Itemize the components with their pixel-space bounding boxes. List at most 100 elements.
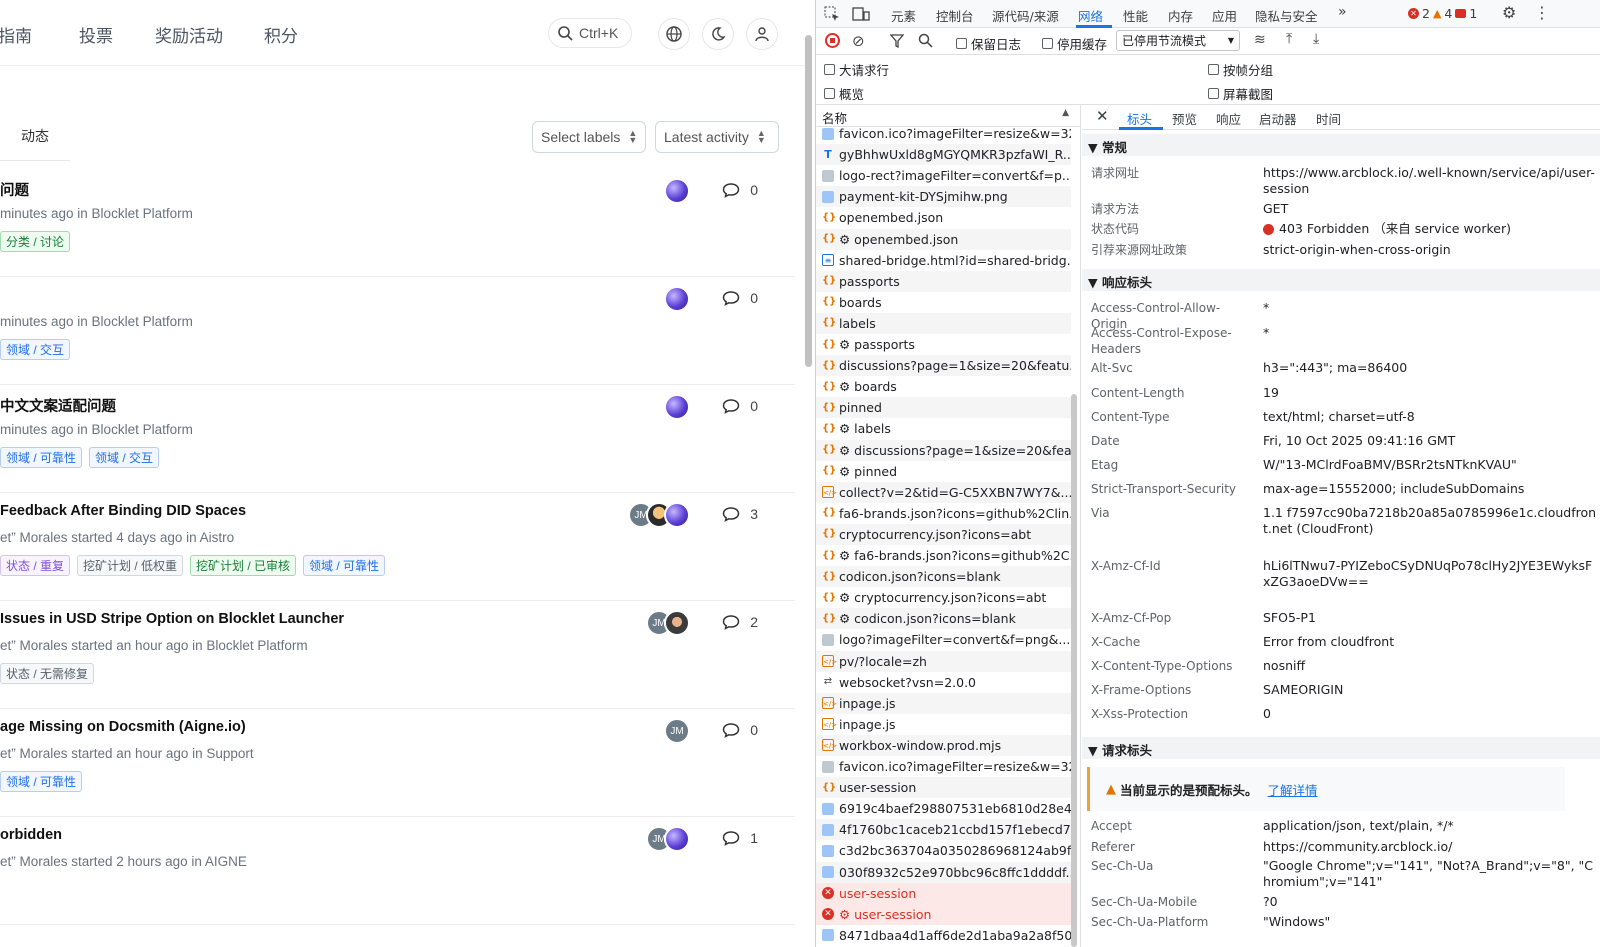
request-row[interactable]: TgyBhhwUxld8gMGYQMKR3pzfaWI_R... (816, 144, 1071, 166)
wifi-icon[interactable]: ≋ (1254, 32, 1266, 48)
search-button[interactable]: Ctrl+K (548, 18, 632, 48)
devtools-tab-console[interactable]: 控制台 (936, 6, 974, 25)
avatar[interactable]: JM (664, 718, 690, 744)
filter-icon[interactable] (890, 34, 904, 48)
request-row[interactable]: {} ⚙ openembed.json (816, 228, 1071, 250)
label-tag[interactable]: 领域 / 交互 (0, 339, 71, 360)
detail-tab-response[interactable]: 响应 (1216, 109, 1241, 128)
topic-row[interactable]: 中文文案适配问题 minutes ago in Blocklet Platform… (0, 385, 795, 493)
label-tag[interactable]: 领域 / 交互 (89, 447, 160, 468)
request-row[interactable]: </> inpage.js (816, 714, 1071, 735)
request-row[interactable]: {} boards (816, 292, 1071, 313)
topic-title[interactable]: age Missing on Docsmith (Aigne.io) (0, 719, 246, 735)
download-icon[interactable]: ⤓ (1313, 31, 1319, 47)
request-row[interactable]: 030f8932c52e970bbc96c8ffc1ddddf... (816, 861, 1071, 883)
close-icon[interactable]: ✕ (1096, 107, 1109, 125)
label-tag[interactable]: 挖矿计划 / 已审核 (190, 555, 297, 576)
request-row[interactable]: {} cryptocurrency.json?icons=abt (816, 523, 1071, 545)
inspect-element-icon[interactable] (824, 6, 840, 22)
request-row[interactable]: {} ⚙ fa6-brands.json?icons=github%2C... (816, 545, 1071, 566)
request-row[interactable]: {} openembed.json (816, 207, 1071, 228)
error-count-badge[interactable]: ✕ 2 ▲ 4 1 (1408, 6, 1477, 21)
select-labels-dropdown[interactable]: Select labels ▲ ▼ (532, 121, 646, 153)
request-row[interactable]: </> collect?v=2&tid=G-C5XXBN7WY7&... (816, 481, 1071, 503)
device-toolbar-icon[interactable] (852, 6, 870, 22)
request-headers-section-header[interactable]: ▼ 请求标头 (1082, 737, 1600, 759)
label-tag[interactable]: 挖矿计划 / 低权重 (77, 555, 184, 576)
request-row[interactable]: {} ⚙ discussions?page=1&size=20&fea... (816, 439, 1071, 461)
request-row[interactable]: 6919c4baef298807531eb6810d28e4... (816, 798, 1071, 819)
detail-tab-headers[interactable]: 标头 (1127, 109, 1152, 128)
large-rows-checkbox[interactable]: 大请求行 (824, 60, 889, 79)
request-row[interactable]: {} ⚙ boards (816, 376, 1071, 397)
request-row[interactable]: ✕ user-session (816, 882, 1071, 904)
request-row[interactable]: ⇄ websocket?vsn=2.0.0 (816, 672, 1071, 693)
topic-title[interactable]: 问题 (0, 179, 29, 200)
devtools-tab-network[interactable]: 网络 (1078, 6, 1103, 25)
request-row[interactable]: payment-kit-DYSjmihw.png (816, 186, 1071, 208)
topic-row[interactable]: 问题 minutes ago in Blocklet Platform 分类 / 讨… (0, 169, 795, 277)
screenshots-checkbox[interactable]: 屏幕截图 (1208, 84, 1273, 103)
search-icon[interactable] (918, 33, 933, 48)
avatar[interactable] (664, 286, 690, 312)
devtools-tab-memory[interactable]: 内存 (1168, 6, 1193, 25)
request-row[interactable]: 4f1760bc1caceb21ccbd157f1ebecd7... (816, 819, 1071, 841)
nav-points[interactable]: 积分 (264, 22, 298, 47)
upload-icon[interactable]: ⤒ (1286, 31, 1292, 47)
avatar[interactable] (664, 826, 690, 852)
response-headers-section-header[interactable]: ▼ 响应标头 (1082, 269, 1600, 291)
clear-icon[interactable]: ⊘ (852, 32, 865, 50)
theme-toggle-button[interactable] (702, 18, 734, 50)
label-tag[interactable]: 领域 / 可靠性 (0, 447, 83, 468)
request-row[interactable]: favicon.ico?imageFilter=resize&w=32 (816, 756, 1071, 777)
request-row[interactable]: </> workbox-window.prod.mjs (816, 734, 1071, 756)
user-button[interactable] (746, 18, 778, 50)
topic-title[interactable]: Feedback After Binding DID Spaces (0, 503, 246, 519)
request-row[interactable]: logo-rect?imageFilter=convert&f=p... (816, 165, 1071, 186)
detail-tab-initiator[interactable]: 启动器 (1259, 109, 1297, 128)
request-row[interactable]: {} codicon.json?icons=blank (816, 566, 1071, 588)
request-row[interactable]: </> inpage.js (816, 692, 1071, 714)
group-by-frame-checkbox[interactable]: 按帧分组 (1208, 60, 1273, 79)
devtools-tab-application[interactable]: 应用 (1212, 6, 1237, 25)
avatar[interactable] (664, 610, 690, 636)
page-scrollbar[interactable] (805, 35, 812, 367)
sort-dropdown[interactable]: Latest activity ▲ ▼ (655, 121, 779, 153)
topic-title[interactable]: orbidden (0, 827, 62, 843)
request-row[interactable]: {} user-session (816, 777, 1071, 799)
label-tag[interactable]: 分类 / 讨论 (0, 231, 71, 252)
label-tag[interactable]: 状态 / 无需修复 (0, 663, 95, 684)
preserve-log-checkbox[interactable]: 保留日志 (956, 34, 1021, 53)
avatar[interactable] (664, 502, 690, 528)
nav-vote[interactable]: 投票 (79, 22, 113, 47)
request-row[interactable]: {} discussions?page=1&size=20&featu... (816, 355, 1071, 377)
topic-row[interactable]: orbidden et” Morales started 2 hours ago … (0, 817, 795, 925)
devtools-tab-sources[interactable]: 源代码/来源 (992, 6, 1059, 25)
name-column-header[interactable]: 名称 ▲ (816, 105, 1080, 127)
request-row[interactable]: 8471dbaa4d1aff6de2d1aba9a2a8f500 (816, 925, 1071, 946)
request-list-scrollbar[interactable] (1071, 394, 1077, 947)
devtools-tab-elements[interactable]: 元素 (891, 6, 916, 25)
detail-tab-preview[interactable]: 预览 (1172, 109, 1197, 128)
request-row[interactable]: {} passports (816, 270, 1071, 292)
request-row[interactable]: {} labels (816, 312, 1071, 334)
request-row[interactable]: {} ⚙ pinned (816, 461, 1071, 482)
language-button[interactable] (658, 18, 690, 50)
learn-more-link[interactable]: 了解详情 (1268, 780, 1318, 799)
overview-checkbox[interactable]: 概览 (824, 84, 864, 103)
detail-tab-timing[interactable]: 时间 (1316, 109, 1341, 128)
more-tabs-icon[interactable]: » (1338, 4, 1347, 20)
request-row[interactable]: {} ⚙ cryptocurrency.json?icons=abt (816, 587, 1071, 608)
settings-gear-icon[interactable]: ⚙ (1502, 3, 1516, 22)
nav-guide[interactable]: 指南 (0, 22, 32, 47)
topic-row[interactable]: Issues in USD Stripe Option on Blocklet … (0, 601, 795, 709)
avatar[interactable] (664, 178, 690, 204)
topic-row[interactable]: age Missing on Docsmith (Aigne.io) et” Mo… (0, 709, 795, 817)
record-stop-icon[interactable] (825, 33, 840, 52)
devtools-tab-privacy[interactable]: 隐私与安全 (1255, 6, 1318, 25)
topic-row[interactable]: Feedback After Binding DID Spaces et” Mor… (0, 493, 795, 601)
label-tag[interactable]: 状态 / 重复 (0, 555, 71, 576)
label-tag[interactable]: 领域 / 可靠性 (303, 555, 386, 576)
request-row[interactable]: logo?imageFilter=convert&f=png&... (816, 629, 1071, 650)
request-row[interactable]: </> pv/?locale=zh (816, 650, 1071, 672)
